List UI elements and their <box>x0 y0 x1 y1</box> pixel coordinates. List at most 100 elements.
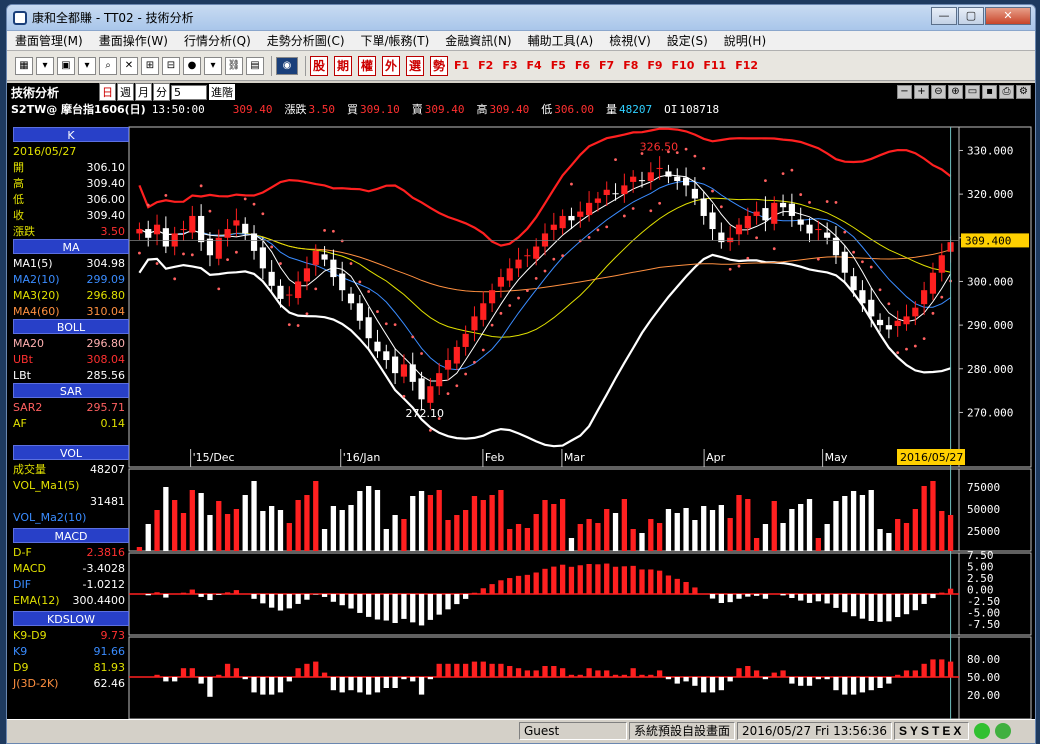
f4-key[interactable]: F4 <box>527 59 542 72</box>
kd-histogram-bar <box>321 672 328 677</box>
legend-sar-title[interactable]: SAR <box>13 383 129 398</box>
volume-bar <box>145 524 151 551</box>
f1-key[interactable]: F1 <box>454 59 469 72</box>
f6-key[interactable]: F6 <box>575 59 590 72</box>
volume-bar <box>903 523 910 551</box>
volume-bar <box>269 506 275 551</box>
options-button[interactable]: 權 <box>358 55 376 76</box>
candle-body <box>788 203 795 216</box>
print-icon[interactable]: ⎙ <box>999 85 1014 99</box>
volume-bar <box>630 529 636 551</box>
advanced-button[interactable]: 進階 <box>209 84 236 100</box>
menu-screen-operate[interactable]: 畫面操作(W) <box>91 32 176 49</box>
save-icon[interactable]: ▪ <box>982 85 997 99</box>
chart-icon[interactable]: ▤ <box>246 56 264 75</box>
candle-body <box>436 373 443 387</box>
menu-help[interactable]: 說明(H) <box>716 32 774 49</box>
legend-k-title[interactable]: K <box>13 127 129 142</box>
kd-histogram-bar <box>410 677 416 682</box>
trend-button[interactable]: 勢 <box>430 55 448 76</box>
magnify-minus-icon[interactable]: ⊖ <box>931 85 946 99</box>
candle-body <box>533 246 540 259</box>
legend-ma-title[interactable]: MA <box>13 239 129 254</box>
sar-dot <box>464 372 468 376</box>
minute-input[interactable]: 5 <box>171 84 208 100</box>
monitor-icon[interactable]: ▣ <box>57 56 75 75</box>
menu-tools[interactable]: 輔助工具(A) <box>520 32 602 49</box>
settings-icon[interactable]: ⚙ <box>1016 85 1031 99</box>
kd-histogram-bar <box>515 668 522 677</box>
kd-histogram-bar <box>930 659 936 677</box>
volume-bar <box>551 504 557 551</box>
chart-canvas[interactable]: 330.000320.000310.000300.000290.000280.0… <box>7 83 1036 719</box>
magnify-plus-icon[interactable]: ⊕ <box>948 85 963 99</box>
menu-view[interactable]: 檢視(V) <box>601 32 659 49</box>
f5-key[interactable]: F5 <box>551 59 566 72</box>
f12-key[interactable]: F12 <box>735 59 758 72</box>
volume-bar <box>824 524 830 551</box>
futures-button[interactable]: 期 <box>334 55 352 76</box>
sar-dot <box>746 256 750 260</box>
legend-kd-title[interactable]: KDSLOW <box>13 611 129 626</box>
legend-macd-title[interactable]: MACD <box>13 528 129 543</box>
close-button[interactable]: ✕ <box>985 7 1031 25</box>
zoom-in-icon[interactable]: + <box>914 85 929 99</box>
kd-histogram-bar <box>524 670 531 677</box>
f8-key[interactable]: F8 <box>623 59 638 72</box>
macd-histogram-bar <box>833 594 839 608</box>
select-button[interactable]: 選 <box>406 55 424 76</box>
menu-financial-info[interactable]: 金融資訊(N) <box>437 32 519 49</box>
volume-bar <box>524 528 531 551</box>
link-icon[interactable]: ⛓ <box>225 56 243 75</box>
macd-histogram-bar <box>224 592 231 594</box>
zoom-out-icon[interactable]: − <box>897 85 912 99</box>
volume-bar <box>542 500 548 551</box>
f11-key[interactable]: F11 <box>703 59 726 72</box>
systex-logo-icon[interactable]: ◉ <box>276 56 298 75</box>
f3-key[interactable]: F3 <box>502 59 517 72</box>
tile-icon[interactable]: ⊟ <box>162 56 180 75</box>
window-icon[interactable]: ▭ <box>965 85 980 99</box>
kd-histogram-bar <box>656 670 663 677</box>
volume-bar <box>709 510 716 551</box>
minimize-button[interactable]: — <box>931 7 957 25</box>
f10-key[interactable]: F10 <box>672 59 695 72</box>
menu-trend-chart[interactable]: 走勢分析圖(C) <box>259 32 353 49</box>
period-minute[interactable]: 分 <box>153 83 171 101</box>
period-month[interactable]: 月 <box>135 83 153 101</box>
legend-ma3: MA3(20) 296.80 <box>13 288 125 302</box>
window-list-icon[interactable]: ▾ <box>36 56 54 75</box>
sar-dot <box>314 287 318 291</box>
candle-body <box>841 251 848 273</box>
kd-histogram-bar <box>445 663 451 677</box>
f7-key[interactable]: F7 <box>599 59 614 72</box>
legend-vol-title[interactable]: VOL <box>13 445 129 460</box>
volume-bar <box>762 524 769 551</box>
candle-body <box>691 188 698 199</box>
period-week[interactable]: 週 <box>117 83 135 101</box>
menu-screen-manage[interactable]: 畫面管理(M) <box>7 32 91 49</box>
maximize-button[interactable]: ▢ <box>958 7 984 25</box>
legend-boll-title[interactable]: BOLL <box>13 319 129 334</box>
menu-settings[interactable]: 設定(S) <box>659 32 716 49</box>
menu-order-account[interactable]: 下單/帳務(T) <box>353 32 438 49</box>
candle-body <box>321 254 328 260</box>
dropdown2-icon[interactable]: ▾ <box>204 56 222 75</box>
sar-dot <box>234 250 238 254</box>
f9-key[interactable]: F9 <box>647 59 662 72</box>
candle-body <box>859 290 866 304</box>
search-icon[interactable]: ⌕ <box>99 56 117 75</box>
foreign-button[interactable]: 外 <box>382 55 400 76</box>
stock-button[interactable]: 股 <box>310 55 328 76</box>
dropdown-icon[interactable]: ▾ <box>78 56 96 75</box>
candle-body <box>453 346 460 364</box>
close-window-icon[interactable]: ✕ <box>120 56 138 75</box>
coin-icon[interactable]: ● <box>183 56 201 75</box>
volume-bar <box>224 514 231 551</box>
volume-bar <box>692 520 698 551</box>
menu-quote-analysis[interactable]: 行情分析(Q) <box>176 32 259 49</box>
grid-icon[interactable]: ⊞ <box>141 56 159 75</box>
period-day[interactable]: 日 <box>99 83 117 101</box>
layout-icon[interactable]: ▦ <box>15 56 33 75</box>
f2-key[interactable]: F2 <box>478 59 493 72</box>
